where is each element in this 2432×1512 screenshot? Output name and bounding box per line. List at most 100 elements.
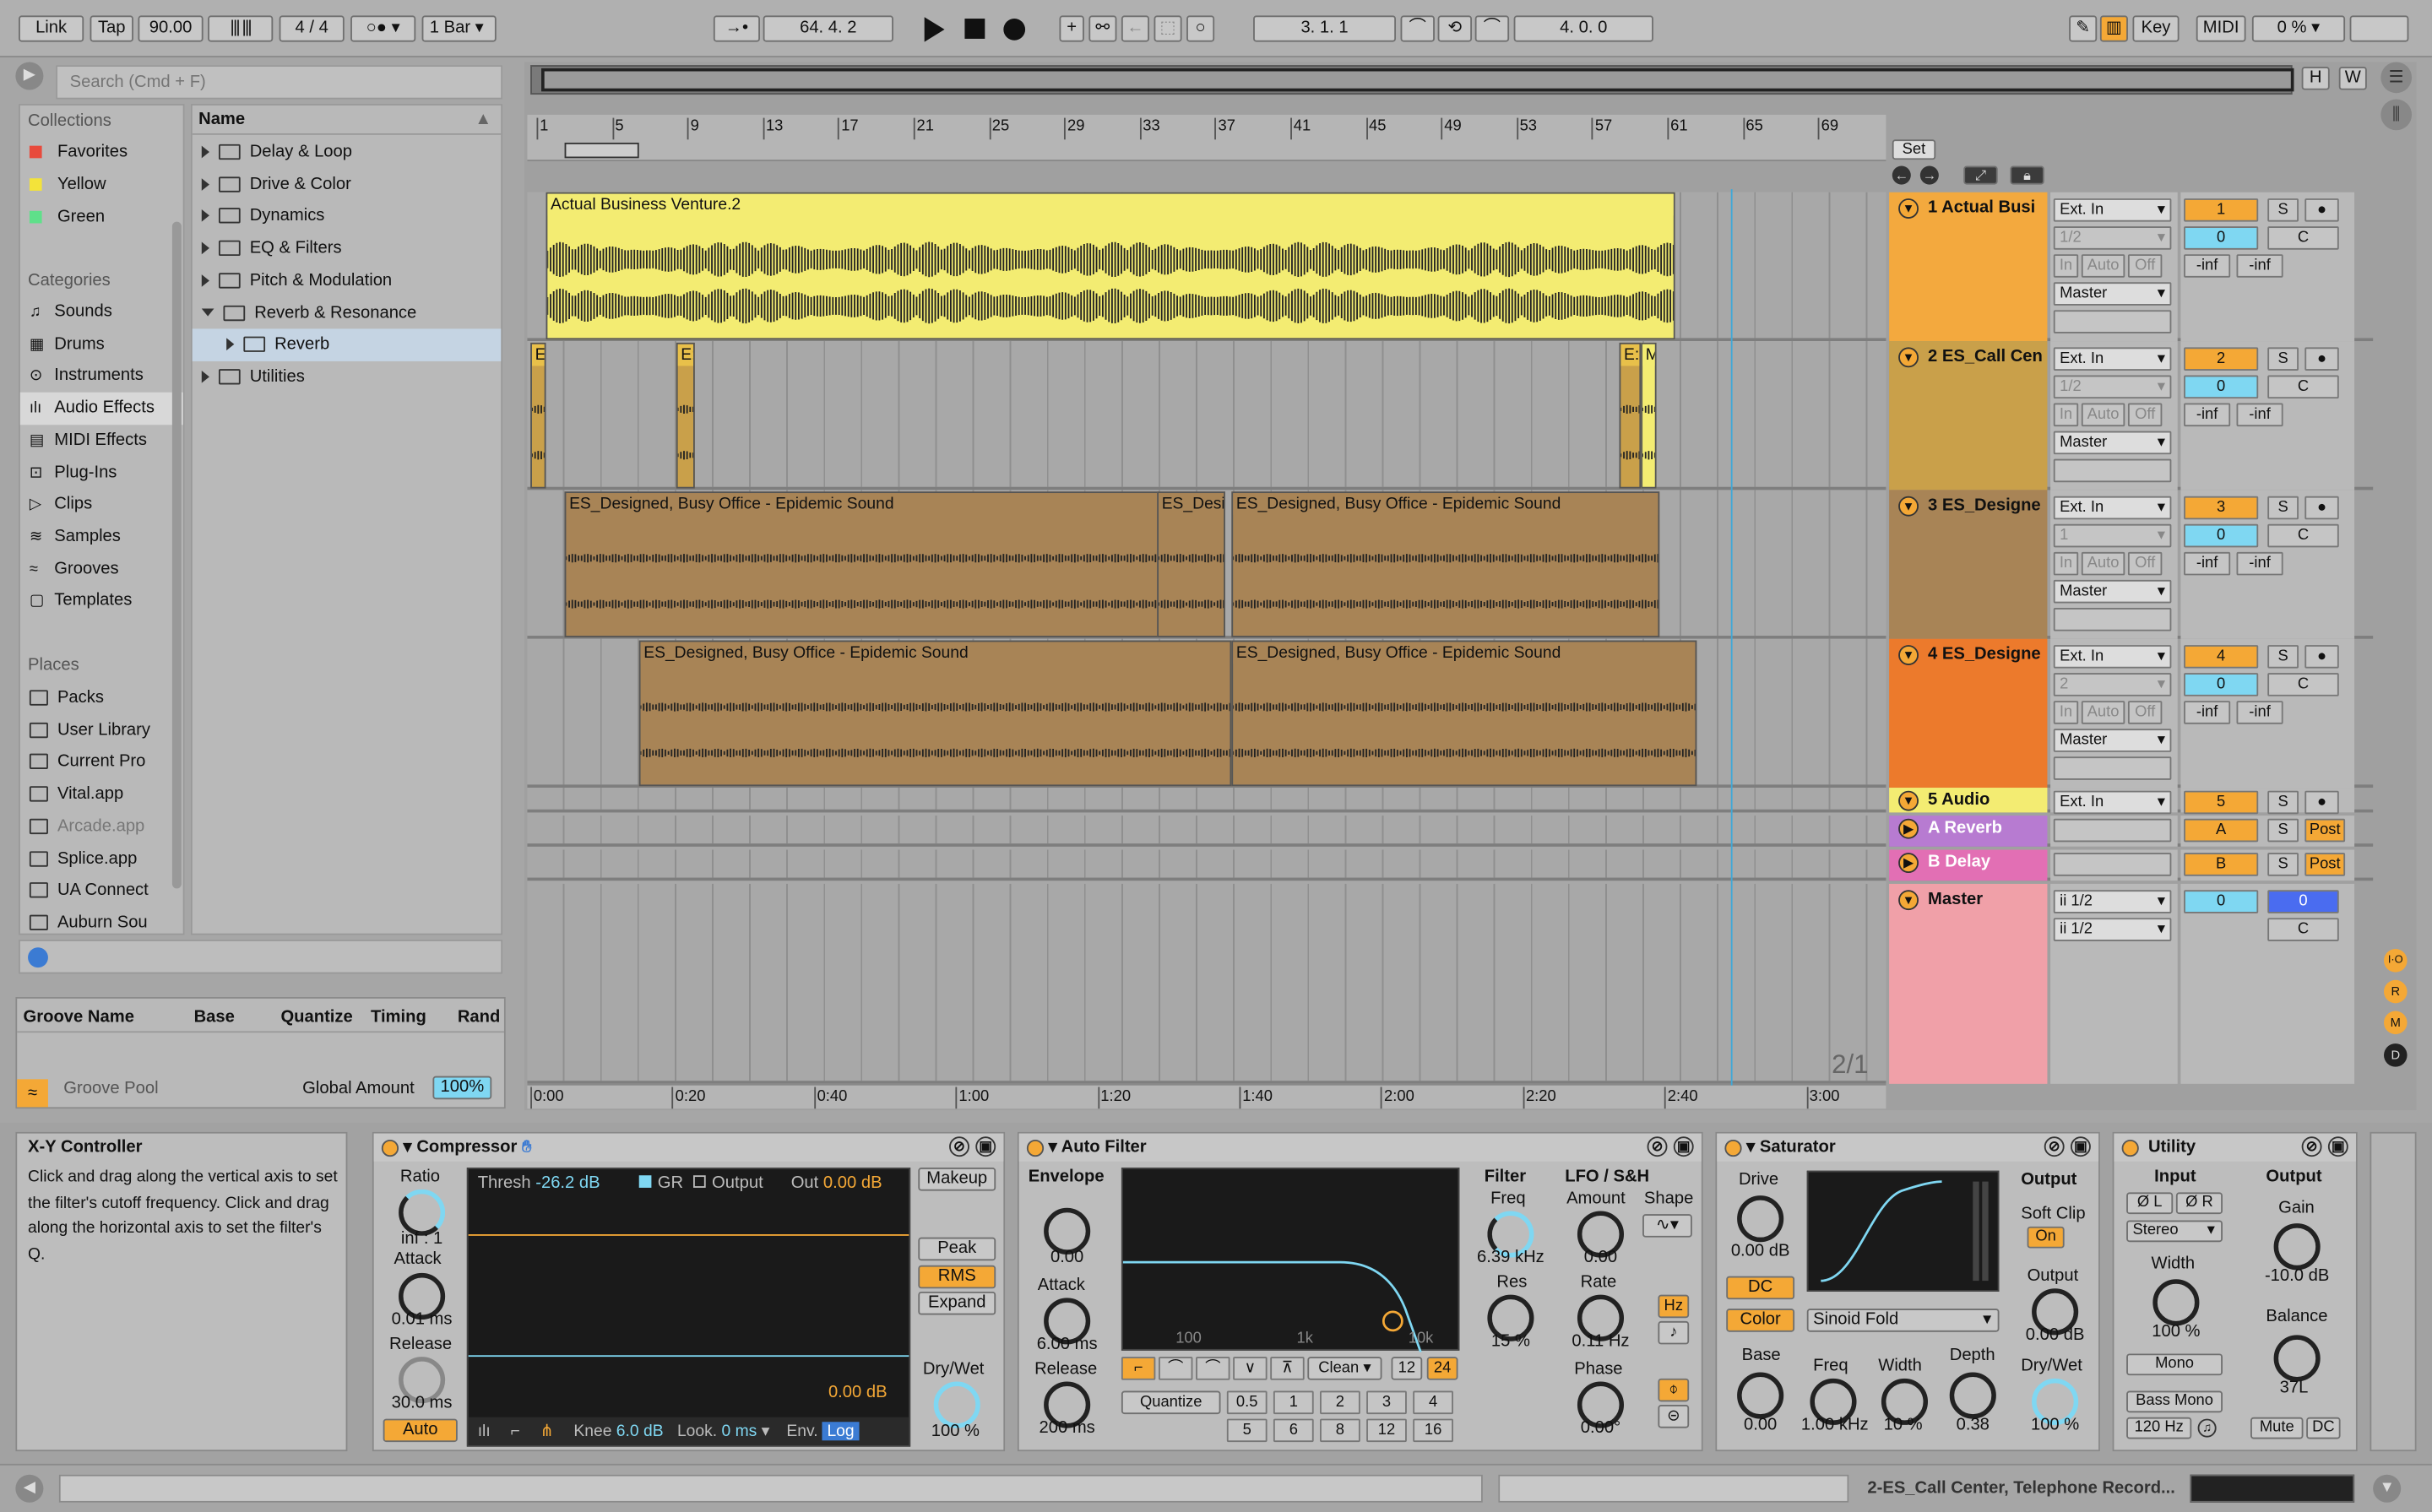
rms-button[interactable]: RMS: [918, 1265, 996, 1289]
quantize-button[interactable]: Quantize: [1121, 1390, 1221, 1415]
track-title[interactable]: ▶ B Delay: [1889, 849, 2048, 881]
re-enable-automation-button[interactable]: ←: [1121, 15, 1149, 42]
compressor-header[interactable]: ▾ Compressor ✋︎ ⊘ ▣: [373, 1133, 1004, 1162]
utility-header[interactable]: Utility ⊘ ▣: [2114, 1133, 2356, 1162]
monitor-auto-button[interactable]: Auto: [2081, 403, 2125, 427]
name-column-header[interactable]: Name ▲: [192, 106, 502, 135]
phase-r-button[interactable]: Ø R: [2175, 1192, 2223, 1215]
monitor-off-button[interactable]: Off: [2127, 701, 2163, 724]
browser-toggle-icon[interactable]: ▶: [15, 62, 44, 90]
thresh-readout[interactable]: Thresh -26.2 dB: [478, 1173, 600, 1192]
utility-hotswap-icon[interactable]: ▣: [2327, 1136, 2348, 1157]
settings-icon[interactable]: ☰: [2380, 62, 2413, 94]
autofilter-header[interactable]: ▾ Auto Filter ⊘ ▣: [1018, 1133, 1702, 1162]
collapsed-arrow-icon[interactable]: [201, 177, 209, 191]
slope-12-button[interactable]: 12: [1391, 1357, 1423, 1380]
solo-button[interactable]: S: [2267, 818, 2299, 843]
clip-call-center-a[interactable]: E: [530, 342, 546, 489]
quantize-step-12[interactable]: 12: [1366, 1418, 1407, 1443]
capture-button[interactable]: ⬚: [1154, 15, 1182, 42]
slope-24-button[interactable]: 24: [1426, 1357, 1458, 1380]
place-item-4[interactable]: Arcade.app: [20, 810, 183, 843]
monitor-in-button[interactable]: In: [2053, 403, 2079, 427]
punch-in-button[interactable]: ⌒: [1400, 15, 1435, 42]
threshold-line[interactable]: [468, 1234, 909, 1236]
clip-busy-office-1[interactable]: ES_Designed, Busy Office - Epidemic Soun…: [564, 491, 1160, 637]
collapsed-arrow-icon[interactable]: [201, 145, 209, 159]
track-fold-icon[interactable]: ▼: [1898, 198, 1919, 219]
filter-type-button-2[interactable]: ⌒: [1196, 1357, 1230, 1380]
track-activator[interactable]: 1: [2184, 198, 2259, 222]
cue-volume-field[interactable]: 0: [2267, 890, 2339, 913]
base-knob[interactable]: [1737, 1372, 1784, 1419]
meter-field[interactable]: 4 / 4: [279, 15, 345, 42]
clip-busy-office-4[interactable]: ES_Designed, Busy Office - Epidemic Soun…: [638, 640, 1232, 787]
browser-item-0[interactable]: Delay & Loop: [193, 137, 502, 170]
track-fold-icon[interactable]: ▼: [1898, 496, 1919, 517]
clip-call-center-d[interactable]: M: [1641, 342, 1657, 489]
clip-call-center-b[interactable]: E:: [676, 342, 695, 489]
stop-button[interactable]: [964, 19, 985, 39]
curve-icon[interactable]: ⌐: [510, 1422, 519, 1440]
drive-knob[interactable]: [1737, 1195, 1784, 1243]
post-button[interactable]: Post: [2304, 853, 2346, 876]
utility-save-icon[interactable]: ⊘: [2301, 1136, 2322, 1157]
output-menu[interactable]: Master ▾: [2053, 729, 2172, 752]
output-channel-menu[interactable]: [2053, 607, 2172, 631]
collapse-icon[interactable]: ⋔: [540, 1422, 553, 1440]
track-fold-icon[interactable]: ▼: [1898, 645, 1919, 665]
clip-actual-business[interactable]: Actual Business Venture.2: [546, 192, 1675, 340]
returns-icon[interactable]: R: [2384, 979, 2408, 1004]
place-item-1[interactable]: User Library: [20, 714, 183, 747]
quantize-step-3[interactable]: 3: [1366, 1390, 1407, 1415]
overview-bar[interactable]: [530, 65, 2294, 95]
clip-overview-thumb[interactable]: [2190, 1474, 2355, 1503]
output-toggle[interactable]: Output: [693, 1173, 763, 1192]
record-button[interactable]: [1003, 19, 1026, 41]
input-channel-menu[interactable]: 1/2 ▾: [2053, 375, 2172, 399]
category-item-6[interactable]: ▷ Clips: [20, 489, 183, 522]
search-input[interactable]: [56, 65, 503, 100]
knee-value[interactable]: 6.0 dB: [616, 1422, 664, 1440]
track-header-1[interactable]: ▼ 1 Actual Busi Ext. In ▾ 1/2 ▾ In Auto Off Maste…: [1889, 192, 2374, 342]
loop-length-field[interactable]: 4. 0. 0: [1513, 15, 1653, 42]
browser-item-7[interactable]: Utilities: [193, 361, 502, 394]
monitor-in-button[interactable]: In: [2053, 701, 2079, 724]
solo-button[interactable]: S: [2267, 496, 2299, 520]
play-button[interactable]: [924, 17, 945, 42]
lock-icon[interactable]: 🔒︎: [2010, 165, 2044, 185]
compressor-fold-icon[interactable]: ▾: [404, 1138, 412, 1157]
monitor-in-button[interactable]: In: [2053, 254, 2079, 278]
filter-display[interactable]: 100 1k 10k: [1121, 1168, 1460, 1352]
monitor-off-button[interactable]: Off: [2127, 403, 2163, 427]
makeup-button[interactable]: Makeup: [918, 1168, 996, 1191]
pan-field[interactable]: C: [2267, 523, 2339, 548]
saturator-display[interactable]: [1806, 1170, 2000, 1292]
browser-item-4[interactable]: Pitch & Modulation: [193, 265, 502, 298]
bass-mono-button[interactable]: Bass Mono: [2126, 1390, 2223, 1413]
quantize-step-5[interactable]: 5: [1226, 1418, 1268, 1443]
track-lane-1[interactable]: [527, 341, 1886, 490]
groove-pool-toggle-icon[interactable]: ≈: [17, 1079, 48, 1108]
groove-header-3[interactable]: Timing: [371, 1008, 426, 1027]
track-title[interactable]: ▼ 3 ES_Designe: [1889, 490, 2048, 639]
browser-item-5[interactable]: Reverb & Resonance: [193, 297, 502, 330]
phase-l-button[interactable]: Ø L: [2126, 1192, 2174, 1215]
pan-field[interactable]: C: [2267, 673, 2339, 696]
saturator-save-icon[interactable]: ⊘: [2044, 1136, 2065, 1157]
collapsed-arrow-icon[interactable]: [226, 338, 235, 351]
place-item-6[interactable]: UA Connect: [20, 875, 183, 908]
return-track-a[interactable]: ▶ A Reverb A S Post: [1889, 816, 2374, 847]
input-type-menu[interactable]: Ext. In ▾: [2053, 347, 2172, 371]
category-item-9[interactable]: ▢ Templates: [20, 585, 183, 618]
automation-arm-button[interactable]: ⚯: [1088, 15, 1117, 42]
peak-button[interactable]: Peak: [918, 1237, 996, 1261]
output-channel-menu[interactable]: [2053, 310, 2172, 333]
autofilter-fold-icon[interactable]: ▾: [1049, 1138, 1057, 1157]
track-activator[interactable]: 4: [2184, 645, 2259, 669]
track-lane-7[interactable]: [527, 883, 1886, 1084]
master-pan-field[interactable]: C: [2267, 918, 2339, 941]
util-dc-button[interactable]: DC: [2306, 1417, 2341, 1439]
sync-button[interactable]: ♪: [1658, 1320, 1690, 1345]
tap-button[interactable]: Tap: [90, 15, 133, 42]
